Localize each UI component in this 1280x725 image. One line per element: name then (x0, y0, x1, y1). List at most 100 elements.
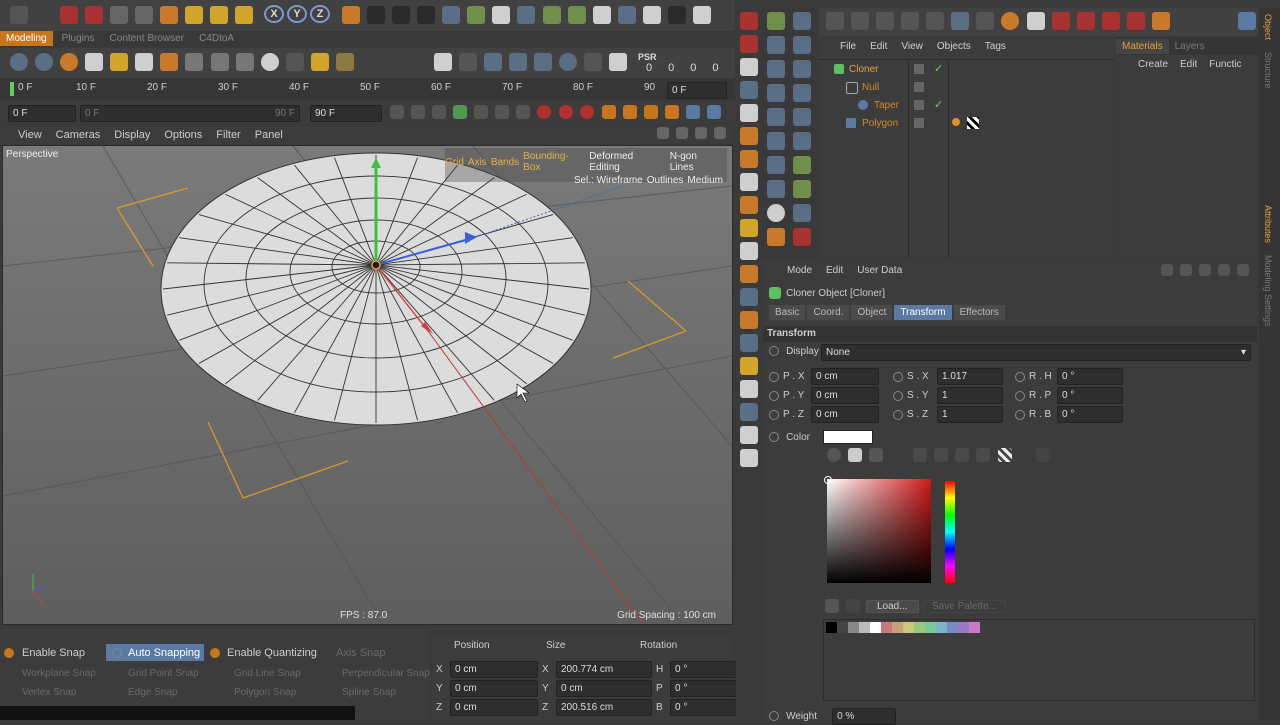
render-region-icon[interactable] (10, 53, 28, 71)
animate-radio-icon[interactable] (1015, 371, 1025, 382)
tab-basic[interactable]: Basic (769, 305, 806, 320)
grid-point-snap-button[interactable]: Grid Point Snap (128, 668, 234, 679)
material-menu-edit[interactable]: Edit (1180, 59, 1197, 70)
object-tool-7-icon[interactable] (976, 12, 995, 30)
enabled-check-icon[interactable]: ✓ (934, 62, 943, 75)
search-icon[interactable] (1198, 264, 1211, 277)
tag-icon-14[interactable] (793, 156, 811, 174)
display-radio-icon[interactable] (769, 346, 779, 357)
spline-snap-button[interactable]: Spline Snap (342, 687, 396, 698)
color-wheel-icon[interactable] (827, 448, 841, 462)
list-item[interactable]: Taper ✓ (822, 98, 1112, 115)
viewport-menu-view[interactable]: View (18, 129, 42, 141)
up-icon[interactable] (1179, 264, 1192, 277)
animate-radio-icon[interactable] (769, 390, 779, 401)
size-x-field[interactable]: 200.774 cm (556, 661, 652, 678)
polygon-snap-button[interactable]: Polygon Snap (234, 687, 342, 698)
next-frame-icon[interactable] (474, 105, 489, 119)
palette-swatch[interactable] (969, 622, 980, 633)
key-position-icon[interactable] (602, 105, 616, 119)
brush-icon[interactable] (160, 53, 179, 71)
palette-swatch[interactable] (903, 622, 914, 633)
tag-icon-19[interactable] (767, 228, 785, 246)
list-item[interactable]: Null (822, 80, 1112, 97)
tag-icon-6[interactable] (793, 60, 811, 78)
texture-mode-icon[interactable] (740, 81, 758, 99)
tag-icon-13[interactable] (767, 156, 785, 174)
grid-line-snap-button[interactable]: Grid Line Snap (234, 668, 342, 679)
scale-z-field[interactable]: 1 (937, 406, 1003, 423)
scale-x-field[interactable]: 1.017 (937, 368, 1003, 385)
hsv-icon[interactable] (934, 448, 949, 462)
paint-palette-icon[interactable] (740, 403, 758, 421)
symmetry-icon[interactable] (740, 334, 758, 352)
sphere-icon[interactable] (260, 53, 279, 71)
tag-icon-9[interactable] (767, 108, 785, 126)
object-menu-tags[interactable]: Tags (985, 41, 1006, 52)
tab-effectors[interactable]: Effectors (953, 305, 1005, 320)
tag-icon-5[interactable] (767, 60, 785, 78)
make-editable-icon[interactable] (740, 35, 758, 53)
size-y-field[interactable]: 0 cm (556, 680, 652, 697)
pos-z-field[interactable]: 0 cm (811, 406, 879, 423)
tab-materials[interactable]: Materials (1116, 38, 1169, 54)
prev-key-icon[interactable] (411, 105, 426, 119)
object-tool-11-icon[interactable] (1076, 12, 1095, 30)
object-tool-1-icon[interactable] (826, 12, 844, 30)
key-param-icon[interactable] (665, 105, 680, 119)
palette-swatch[interactable] (881, 622, 892, 633)
solo-icon[interactable] (740, 265, 758, 283)
pos-x-field[interactable]: 0 cm (811, 368, 879, 385)
spline-icon[interactable] (492, 6, 511, 24)
sculpt-icon[interactable] (740, 357, 758, 375)
attr-menu-edit[interactable]: Edit (826, 265, 843, 276)
palette-swatch[interactable] (826, 622, 837, 633)
tab-object[interactable]: Object (851, 305, 893, 320)
viewport-menu-panel[interactable]: Panel (255, 129, 283, 141)
add-object-icon[interactable] (235, 6, 254, 24)
tag-icon-10[interactable] (793, 108, 811, 126)
keyframe-selection-icon[interactable] (579, 105, 594, 119)
python-icon[interactable] (1238, 12, 1256, 30)
picker-handle[interactable] (824, 476, 832, 484)
render-view-icon[interactable] (367, 6, 386, 24)
tab-plugins[interactable]: Plugins (56, 31, 101, 46)
live-selection-icon[interactable] (60, 6, 78, 24)
enabled-check-icon[interactable]: ✓ (934, 98, 943, 111)
side-tab-structure[interactable]: Structure (1259, 46, 1277, 95)
grid-pattern-2-icon[interactable] (210, 53, 229, 71)
sun-icon[interactable] (110, 53, 129, 71)
eyedropper-icon[interactable] (1035, 448, 1050, 462)
viewport-rotate-icon[interactable] (694, 127, 707, 140)
material-ball-icon[interactable] (60, 53, 79, 71)
enable-snap-button[interactable]: Enable Snap (22, 647, 85, 659)
autokey-icon[interactable] (558, 105, 573, 119)
tag-icon-1[interactable] (767, 12, 785, 30)
position-x-field[interactable]: 0 cm (450, 661, 538, 678)
record-key-icon[interactable] (537, 105, 552, 119)
grid-pattern-icon[interactable] (185, 53, 204, 71)
light-icon[interactable] (692, 6, 711, 24)
redshift-icon[interactable] (310, 53, 329, 71)
display-dropdown[interactable]: None ▾ (821, 344, 1251, 361)
trash-icon[interactable] (846, 599, 861, 613)
forward-arrow-icon[interactable] (876, 12, 895, 30)
sphere-palette-icon[interactable] (740, 426, 758, 444)
scale-y-field[interactable]: 1 (937, 387, 1003, 404)
edge-snap-button[interactable]: Edge Snap (128, 687, 234, 698)
model-mode-icon[interactable] (740, 58, 758, 76)
viewport-zoom-icon[interactable] (675, 127, 688, 140)
animate-radio-icon[interactable] (893, 371, 903, 382)
lightning-icon[interactable] (534, 53, 553, 71)
side-tab-object[interactable]: Object (1259, 8, 1277, 46)
tab-content-browser[interactable]: Content Browser (104, 31, 190, 46)
load-palette-button[interactable]: Load... (866, 600, 919, 613)
kelvin-icon[interactable] (955, 448, 970, 462)
tag-icon-2[interactable] (793, 12, 811, 30)
layer-icon[interactable] (914, 64, 924, 74)
tag-icon-4[interactable] (793, 36, 811, 54)
list-item[interactable]: Polygon (822, 116, 1112, 133)
spline-tool-icon[interactable] (459, 53, 478, 71)
pos-y-field[interactable]: 0 cm (811, 387, 879, 404)
playhead[interactable] (10, 82, 14, 96)
